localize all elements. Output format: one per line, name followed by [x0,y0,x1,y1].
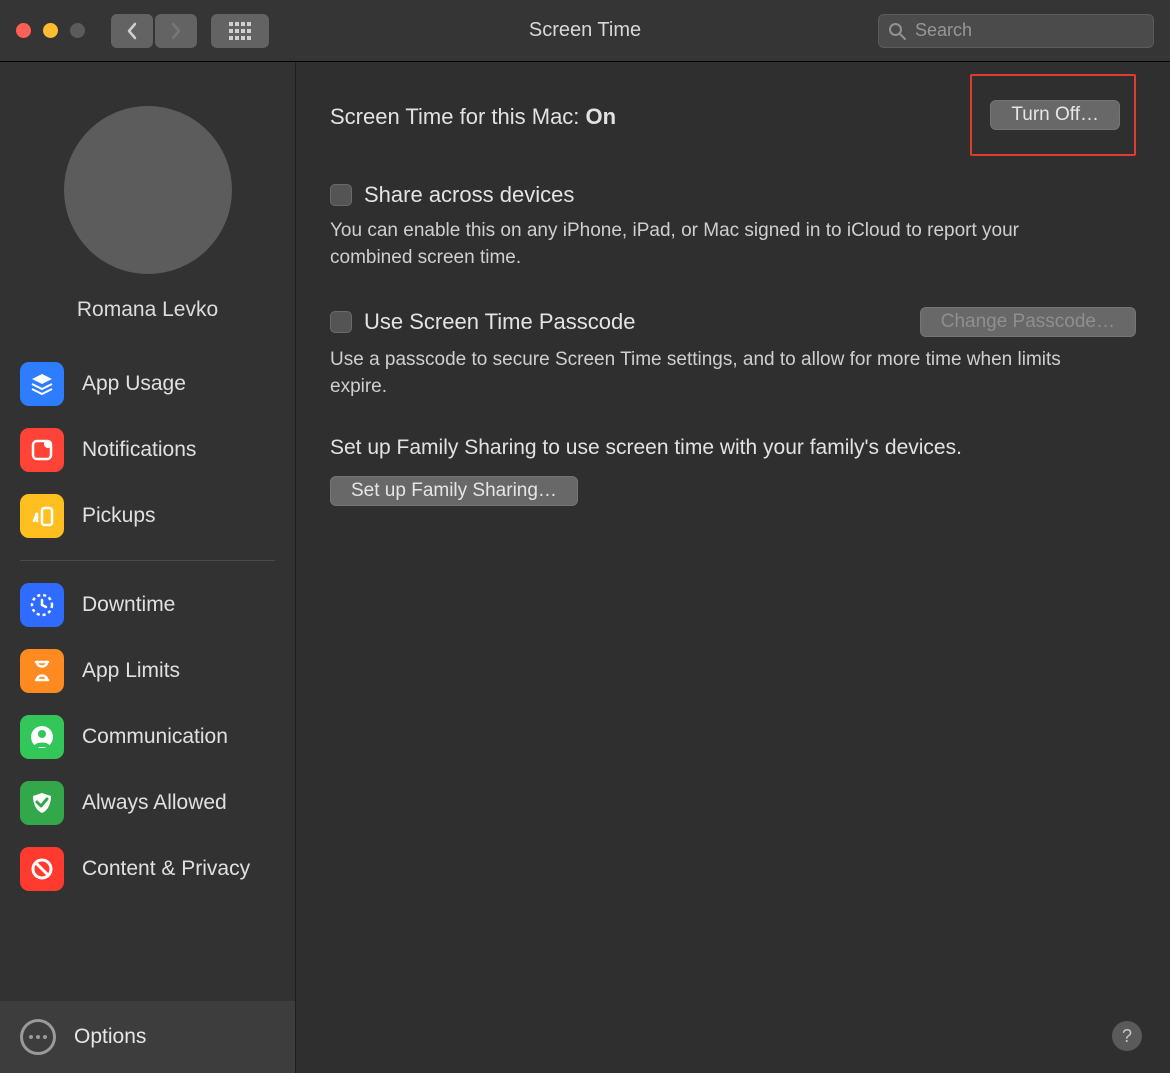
sidebar-item-options[interactable]: Options [0,1001,295,1073]
sidebar-item-downtime[interactable]: Downtime [20,579,275,631]
grid-icon [229,22,251,40]
share-description: You can enable this on any iPhone, iPad,… [330,218,1070,271]
change-passcode-button[interactable]: Change Passcode… [920,307,1136,337]
layers-icon [29,371,55,397]
sidebar-item-app-limits[interactable]: App Limits [20,645,275,697]
highlight-annotation: Turn Off… [970,74,1136,156]
chevron-right-icon [170,22,182,40]
sidebar-item-label: Downtime [82,593,175,617]
turn-off-button[interactable]: Turn Off… [990,100,1120,130]
family-sharing-text: Set up Family Sharing to use screen time… [330,436,1136,460]
sidebar-item-label: Content & Privacy [82,857,250,881]
help-icon: ? [1122,1026,1132,1047]
no-entry-icon [29,856,55,882]
sidebar-item-label: Communication [82,725,228,749]
check-shield-icon [29,790,55,816]
share-across-devices-checkbox[interactable] [330,184,352,206]
passcode-row: Use Screen Time Passcode Change Passcode… [330,307,1136,337]
fullscreen-window-button[interactable] [70,23,85,38]
main-panel: Screen Time for this Mac: On Turn Off… S… [296,62,1170,1073]
hourglass-icon [29,658,55,684]
use-passcode-checkbox[interactable] [330,311,352,333]
forward-button[interactable] [155,14,197,48]
sidebar-item-app-usage[interactable]: App Usage [20,358,275,410]
show-all-button[interactable] [211,14,269,48]
sidebar-group-2: Downtime App Limits Communication Always… [0,579,295,895]
screen-time-status: Screen Time for this Mac: On [330,104,616,130]
status-prefix: Screen Time for this Mac: [330,104,586,129]
sidebar-item-label: Pickups [82,504,156,528]
titlebar: Screen Time [0,0,1170,62]
sidebar-item-communication[interactable]: Communication [20,711,275,763]
username-label: Romana Levko [77,298,218,322]
user-block: Romana Levko [0,106,295,322]
close-window-button[interactable] [16,23,31,38]
sidebar-divider [20,560,275,561]
sidebar: Romana Levko App Usage Notifications Pic… [0,62,296,1073]
sidebar-item-content-privacy[interactable]: Content & Privacy [20,843,275,895]
person-icon [29,724,55,750]
pickup-icon [29,503,55,529]
sidebar-item-label: Notifications [82,438,196,462]
window-controls [16,23,85,38]
options-icon [20,1019,56,1055]
help-button[interactable]: ? [1112,1021,1142,1051]
avatar [64,106,232,274]
setup-family-sharing-button[interactable]: Set up Family Sharing… [330,476,578,506]
clock-icon [29,592,55,618]
chevron-left-icon [126,22,138,40]
sidebar-item-pickups[interactable]: Pickups [20,490,275,542]
passcode-description: Use a passcode to secure Screen Time set… [330,347,1070,400]
minimize-window-button[interactable] [43,23,58,38]
sidebar-item-label: Options [74,1025,146,1049]
use-passcode-label: Use Screen Time Passcode [364,309,635,335]
search-icon [888,22,906,40]
sidebar-item-notifications[interactable]: Notifications [20,424,275,476]
bell-square-icon [29,437,55,463]
sidebar-item-always-allowed[interactable]: Always Allowed [20,777,275,829]
share-across-devices-row: Share across devices [330,182,1136,208]
sidebar-group-1: App Usage Notifications Pickups [0,358,295,542]
share-across-devices-label: Share across devices [364,182,574,208]
status-value: On [586,104,617,129]
back-button[interactable] [111,14,153,48]
search-input[interactable] [878,14,1154,48]
nav-buttons [111,14,197,48]
sidebar-item-label: Always Allowed [82,791,227,815]
sidebar-item-label: App Usage [82,372,186,396]
sidebar-item-label: App Limits [82,659,180,683]
search-container [878,14,1154,48]
